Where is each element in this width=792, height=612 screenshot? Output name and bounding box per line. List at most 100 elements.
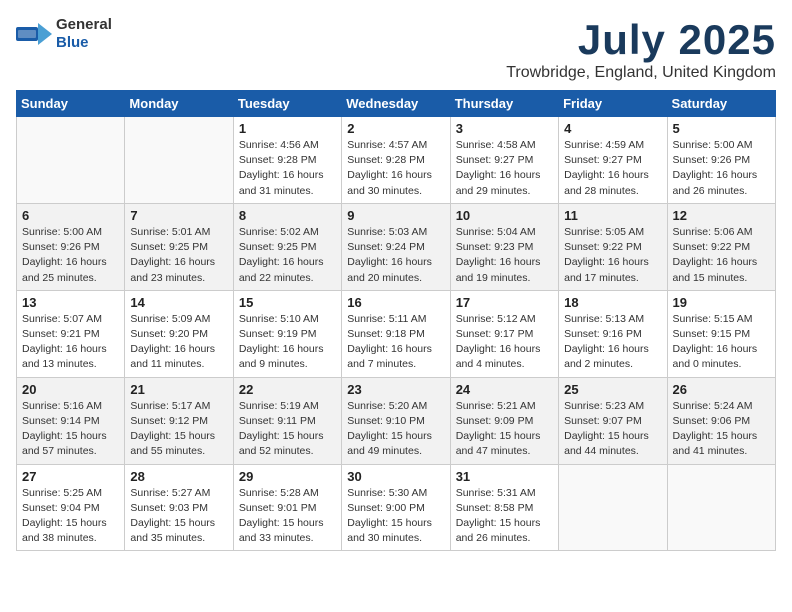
day-number: 21 <box>130 382 227 397</box>
logo-general-text: General <box>56 16 112 33</box>
day-info: Sunrise: 5:00 AM Sunset: 9:26 PM Dayligh… <box>22 225 119 286</box>
day-number: 20 <box>22 382 119 397</box>
day-info: Sunrise: 5:10 AM Sunset: 9:19 PM Dayligh… <box>239 312 336 373</box>
calendar-cell <box>17 117 125 204</box>
day-info: Sunrise: 5:19 AM Sunset: 9:11 PM Dayligh… <box>239 399 336 460</box>
day-number: 15 <box>239 295 336 310</box>
day-info: Sunrise: 5:07 AM Sunset: 9:21 PM Dayligh… <box>22 312 119 373</box>
column-header-wednesday: Wednesday <box>342 91 450 117</box>
day-info: Sunrise: 5:24 AM Sunset: 9:06 PM Dayligh… <box>673 399 770 460</box>
day-info: Sunrise: 5:06 AM Sunset: 9:22 PM Dayligh… <box>673 225 770 286</box>
calendar-cell: 9Sunrise: 5:03 AM Sunset: 9:24 PM Daylig… <box>342 203 450 290</box>
day-info: Sunrise: 5:15 AM Sunset: 9:15 PM Dayligh… <box>673 312 770 373</box>
month-title: July 2025 <box>506 16 776 64</box>
calendar-cell: 15 Sunrise: 5:10 AM Sunset: 9:19 PM Dayli… <box>233 290 341 377</box>
calendar-cell: 19 Sunrise: 5:15 AM Sunset: 9:15 PM Dayli… <box>667 290 775 377</box>
calendar-cell: 6 Sunrise: 5:00 AM Sunset: 9:26 PM Daylig… <box>17 203 125 290</box>
day-info: Sunrise: 5:31 AM Sunset: 8:58 PM Dayligh… <box>456 486 553 547</box>
day-number: 22 <box>239 382 336 397</box>
day-info: Sunrise: 5:11 AM Sunset: 9:18 PM Dayligh… <box>347 312 444 373</box>
day-number: 10 <box>456 208 553 223</box>
day-number: 24 <box>456 382 553 397</box>
day-number: 23 <box>347 382 444 397</box>
calendar-cell: 5Sunrise: 5:00 AM Sunset: 9:26 PM Daylig… <box>667 117 775 204</box>
day-number: 6 <box>22 208 119 223</box>
header: General Blue July 2025 Trowbridge, Engla… <box>16 16 776 82</box>
calendar-cell: 30 Sunrise: 5:30 AM Sunset: 9:00 PM Dayli… <box>342 464 450 551</box>
logo-icon <box>16 19 52 49</box>
day-info: Sunrise: 5:12 AM Sunset: 9:17 PM Dayligh… <box>456 312 553 373</box>
calendar-cell: 25 Sunrise: 5:23 AM Sunset: 9:07 PM Dayli… <box>559 377 667 464</box>
day-number: 2 <box>347 121 444 136</box>
day-info: Sunrise: 5:04 AM Sunset: 9:23 PM Dayligh… <box>456 225 553 286</box>
calendar-week-row: 20 Sunrise: 5:16 AM Sunset: 9:14 PM Dayli… <box>17 377 776 464</box>
day-info: Sunrise: 5:20 AM Sunset: 9:10 PM Dayligh… <box>347 399 444 460</box>
column-header-sunday: Sunday <box>17 91 125 117</box>
calendar-header-row: SundayMondayTuesdayWednesdayThursdayFrid… <box>17 91 776 117</box>
day-info: Sunrise: 5:28 AM Sunset: 9:01 PM Dayligh… <box>239 486 336 547</box>
title-area: July 2025 Trowbridge, England, United Ki… <box>506 16 776 82</box>
day-info: Sunrise: 5:05 AM Sunset: 9:22 PM Dayligh… <box>564 225 661 286</box>
calendar-week-row: 1Sunrise: 4:56 AM Sunset: 9:28 PM Daylig… <box>17 117 776 204</box>
calendar-cell: 26 Sunrise: 5:24 AM Sunset: 9:06 PM Dayli… <box>667 377 775 464</box>
calendar-week-row: 27 Sunrise: 5:25 AM Sunset: 9:04 PM Dayli… <box>17 464 776 551</box>
day-number: 4 <box>564 121 661 136</box>
calendar-cell: 28Sunrise: 5:27 AM Sunset: 9:03 PM Dayli… <box>125 464 233 551</box>
calendar-cell: 29Sunrise: 5:28 AM Sunset: 9:01 PM Dayli… <box>233 464 341 551</box>
day-info: Sunrise: 5:01 AM Sunset: 9:25 PM Dayligh… <box>130 225 227 286</box>
day-number: 16 <box>347 295 444 310</box>
day-number: 1 <box>239 121 336 136</box>
day-number: 8 <box>239 208 336 223</box>
day-number: 11 <box>564 208 661 223</box>
day-info: Sunrise: 5:13 AM Sunset: 9:16 PM Dayligh… <box>564 312 661 373</box>
day-number: 9 <box>347 208 444 223</box>
day-info: Sunrise: 5:25 AM Sunset: 9:04 PM Dayligh… <box>22 486 119 547</box>
day-info: Sunrise: 5:09 AM Sunset: 9:20 PM Dayligh… <box>130 312 227 373</box>
calendar-cell: 4 Sunrise: 4:59 AM Sunset: 9:27 PM Daylig… <box>559 117 667 204</box>
calendar-cell: 17 Sunrise: 5:12 AM Sunset: 9:17 PM Dayli… <box>450 290 558 377</box>
calendar-cell <box>125 117 233 204</box>
calendar-cell: 7 Sunrise: 5:01 AM Sunset: 9:25 PM Daylig… <box>125 203 233 290</box>
day-info: Sunrise: 4:57 AM Sunset: 9:28 PM Dayligh… <box>347 138 444 199</box>
day-number: 28 <box>130 469 227 484</box>
day-number: 25 <box>564 382 661 397</box>
day-number: 17 <box>456 295 553 310</box>
calendar-cell: 13Sunrise: 5:07 AM Sunset: 9:21 PM Dayli… <box>17 290 125 377</box>
calendar-cell: 8Sunrise: 5:02 AM Sunset: 9:25 PM Daylig… <box>233 203 341 290</box>
location-title: Trowbridge, England, United Kingdom <box>506 64 776 82</box>
day-info: Sunrise: 5:21 AM Sunset: 9:09 PM Dayligh… <box>456 399 553 460</box>
column-header-tuesday: Tuesday <box>233 91 341 117</box>
calendar-cell: 18 Sunrise: 5:13 AM Sunset: 9:16 PM Dayli… <box>559 290 667 377</box>
calendar-cell <box>559 464 667 551</box>
day-number: 31 <box>456 469 553 484</box>
day-info: Sunrise: 5:23 AM Sunset: 9:07 PM Dayligh… <box>564 399 661 460</box>
day-number: 3 <box>456 121 553 136</box>
day-number: 30 <box>347 469 444 484</box>
calendar-cell: 12 Sunrise: 5:06 AM Sunset: 9:22 PM Dayli… <box>667 203 775 290</box>
day-number: 27 <box>22 469 119 484</box>
day-number: 12 <box>673 208 770 223</box>
calendar-cell: 14 Sunrise: 5:09 AM Sunset: 9:20 PM Dayli… <box>125 290 233 377</box>
calendar-cell: 31 Sunrise: 5:31 AM Sunset: 8:58 PM Dayli… <box>450 464 558 551</box>
logo-blue-text: Blue <box>56 34 89 51</box>
day-number: 18 <box>564 295 661 310</box>
calendar-week-row: 13Sunrise: 5:07 AM Sunset: 9:21 PM Dayli… <box>17 290 776 377</box>
day-number: 19 <box>673 295 770 310</box>
day-info: Sunrise: 5:00 AM Sunset: 9:26 PM Dayligh… <box>673 138 770 199</box>
calendar-cell: 20 Sunrise: 5:16 AM Sunset: 9:14 PM Dayli… <box>17 377 125 464</box>
calendar-cell: 11 Sunrise: 5:05 AM Sunset: 9:22 PM Dayli… <box>559 203 667 290</box>
day-number: 7 <box>130 208 227 223</box>
day-info: Sunrise: 5:17 AM Sunset: 9:12 PM Dayligh… <box>130 399 227 460</box>
column-header-friday: Friday <box>559 91 667 117</box>
calendar-cell: 23 Sunrise: 5:20 AM Sunset: 9:10 PM Dayli… <box>342 377 450 464</box>
day-number: 14 <box>130 295 227 310</box>
calendar-cell: 2 Sunrise: 4:57 AM Sunset: 9:28 PM Daylig… <box>342 117 450 204</box>
day-info: Sunrise: 5:30 AM Sunset: 9:00 PM Dayligh… <box>347 486 444 547</box>
logo: General Blue <box>16 16 112 52</box>
calendar-cell: 16 Sunrise: 5:11 AM Sunset: 9:18 PM Dayli… <box>342 290 450 377</box>
day-number: 26 <box>673 382 770 397</box>
day-info: Sunrise: 4:59 AM Sunset: 9:27 PM Dayligh… <box>564 138 661 199</box>
calendar-cell: 21 Sunrise: 5:17 AM Sunset: 9:12 PM Dayli… <box>125 377 233 464</box>
day-info: Sunrise: 5:16 AM Sunset: 9:14 PM Dayligh… <box>22 399 119 460</box>
calendar-cell <box>667 464 775 551</box>
